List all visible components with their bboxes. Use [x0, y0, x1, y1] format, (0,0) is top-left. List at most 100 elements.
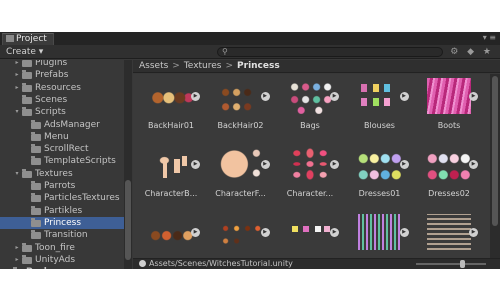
tree-item[interactable]: ▾ Scripts: [0, 106, 124, 118]
asset-item[interactable]: ▶: [347, 210, 413, 258]
grid-scroll-thumb[interactable]: [492, 76, 498, 226]
breadcrumb-separator: >: [172, 61, 180, 71]
asset-name: Blouses: [364, 121, 395, 130]
tree-item[interactable]: Scenes: [0, 94, 124, 106]
asset-item[interactable]: ▶ Dresses01: [347, 142, 413, 206]
tab-menu-icon[interactable]: ▾ ≡: [483, 33, 496, 43]
create-button[interactable]: Create ▾: [6, 46, 43, 58]
zoom-slider[interactable]: [416, 260, 486, 268]
tree-item[interactable]: ▾ Textures: [0, 168, 124, 180]
tree-item[interactable]: Transition: [0, 229, 124, 241]
expand-play-icon[interactable]: ▶: [191, 92, 200, 101]
zoom-slider-thumb[interactable]: [460, 260, 465, 268]
expand-play-icon[interactable]: ▶: [260, 92, 270, 101]
tree-item-label: TemplateScripts: [44, 156, 116, 167]
expand-play-icon[interactable]: ▶: [399, 160, 409, 169]
expand-play-icon[interactable]: ▶: [469, 160, 478, 169]
tree-item[interactable]: ▸ Toon_fire: [0, 242, 124, 254]
tab-project[interactable]: Project: [2, 33, 54, 45]
collapsed-arrow-icon[interactable]: ▸: [4, 266, 12, 269]
folder-icon: [22, 60, 32, 67]
collapsed-arrow-icon[interactable]: ▸: [13, 60, 21, 69]
expand-play-icon[interactable]: ▶: [469, 92, 478, 101]
expanded-arrow-icon[interactable]: ▾: [13, 106, 21, 118]
toolbar: Create ▾ ⚲ ⚙ ◆ ★: [0, 45, 500, 59]
asset-item[interactable]: ▶ Character...: [277, 142, 343, 206]
tree-item-label: Textures: [35, 168, 73, 179]
expand-play-icon[interactable]: ▶: [469, 228, 478, 237]
asset-item[interactable]: ▶: [416, 210, 482, 258]
project-window: Project ▾ ≡ Create ▾ ⚲ ⚙ ◆ ★ ▸ Plugins ▸ Pr…: [0, 32, 500, 269]
tree-item-label: UnityAds: [35, 254, 76, 265]
asset-item[interactable]: ▶ CharacterF...: [208, 142, 274, 206]
asset-item[interactable]: ▶ BackHair02: [208, 74, 274, 138]
tree-scrollbar[interactable]: [124, 60, 132, 269]
tree-item[interactable]: ScrollRect: [0, 143, 124, 155]
tree-item[interactable]: ▸ Resources: [0, 82, 124, 94]
tree-item-label: Menu: [44, 131, 69, 142]
asset-thumbnail: [288, 214, 332, 250]
breadcrumb-princess[interactable]: Princess: [237, 61, 280, 71]
asset-thumbnail: [288, 78, 332, 114]
asset-thumbnail: [149, 146, 193, 182]
tree-item[interactable]: ▸ Packages: [0, 266, 124, 269]
folder-icon: [22, 254, 32, 264]
folder-icon: [22, 242, 32, 252]
tree-item[interactable]: ▸ UnityAds: [0, 254, 124, 266]
asset-item[interactable]: ▶ BackHair01: [138, 74, 204, 138]
tree-item[interactable]: ▸ Plugins: [0, 60, 124, 69]
asset-thumbnail: [218, 146, 263, 182]
tree-item[interactable]: ParticlesTextures: [0, 192, 124, 204]
asset-item[interactable]: ▶ Blouses: [347, 74, 413, 138]
asset-item[interactable]: ▶: [277, 210, 343, 258]
asset-item[interactable]: ▶ Dresses02: [416, 142, 482, 206]
tree-scroll-thumb[interactable]: [125, 180, 131, 260]
expand-play-icon[interactable]: ▶: [330, 160, 339, 169]
expand-play-icon[interactable]: ▶: [191, 160, 200, 169]
collapsed-arrow-icon[interactable]: ▸: [13, 82, 21, 94]
folder-icon: [31, 230, 41, 240]
folder-icon: [31, 205, 41, 215]
asset-item[interactable]: ▶: [138, 210, 204, 258]
asset-grid: ▶ BackHair01 ▶ BackHair02 ▶ Bags ▶ Blouses ▶ Boot…: [133, 74, 500, 258]
expand-play-icon[interactable]: ▶: [260, 160, 270, 169]
asset-item[interactable]: ▶: [208, 210, 274, 258]
expand-play-icon[interactable]: ▶: [260, 228, 270, 237]
tree-item[interactable]: TemplateScripts: [0, 155, 124, 167]
tree-item[interactable]: Partikles: [0, 205, 124, 217]
tree-item[interactable]: Menu: [0, 131, 124, 143]
search-input[interactable]: ⚲: [217, 47, 443, 57]
collapsed-arrow-icon[interactable]: ▸: [13, 254, 21, 266]
breadcrumb: Assets > Textures > Princess: [133, 60, 500, 73]
tab-project-label: Project: [16, 34, 47, 44]
expand-play-icon[interactable]: ▶: [330, 92, 339, 101]
tree-item[interactable]: Princess: [0, 216, 124, 229]
asset-thumbnail: [149, 78, 193, 114]
folder-icon: [31, 131, 41, 141]
selected-asset-path: Assets/Scenes/WitchesTutorial.unity: [149, 259, 293, 268]
tree-item-label: Toon_fire: [35, 242, 75, 253]
tree-item-label: Parrots: [44, 181, 76, 191]
grid-scrollbar[interactable]: [490, 74, 500, 258]
breadcrumb-assets[interactable]: Assets: [139, 61, 168, 71]
breadcrumb-textures[interactable]: Textures: [184, 61, 222, 71]
folder-icon: [31, 119, 41, 129]
tree-item-label: AdsManager: [44, 119, 100, 130]
filter-icons[interactable]: ⚙ ◆ ★: [450, 46, 494, 58]
expand-play-icon[interactable]: ▶: [399, 92, 409, 101]
asset-thumbnail: [427, 214, 471, 250]
collapsed-arrow-icon[interactable]: ▸: [13, 69, 21, 81]
asset-name: Dresses01: [358, 189, 401, 198]
expand-play-icon[interactable]: ▶: [399, 228, 409, 237]
expanded-arrow-icon[interactable]: ▾: [13, 168, 21, 180]
expand-play-icon[interactable]: ▶: [191, 228, 200, 237]
tree-item[interactable]: AdsManager: [0, 119, 124, 131]
tree-item[interactable]: ▸ Prefabs: [0, 69, 124, 81]
asset-item[interactable]: ▶ Bags: [277, 74, 343, 138]
asset-item[interactable]: ▶ CharacterB...: [138, 142, 204, 206]
expand-play-icon[interactable]: ▶: [330, 228, 339, 237]
tree-item[interactable]: Parrots: [0, 180, 124, 192]
asset-item[interactable]: ▶ Boots: [416, 74, 482, 138]
collapsed-arrow-icon[interactable]: ▸: [13, 242, 21, 254]
breadcrumb-separator: >: [225, 61, 234, 71]
